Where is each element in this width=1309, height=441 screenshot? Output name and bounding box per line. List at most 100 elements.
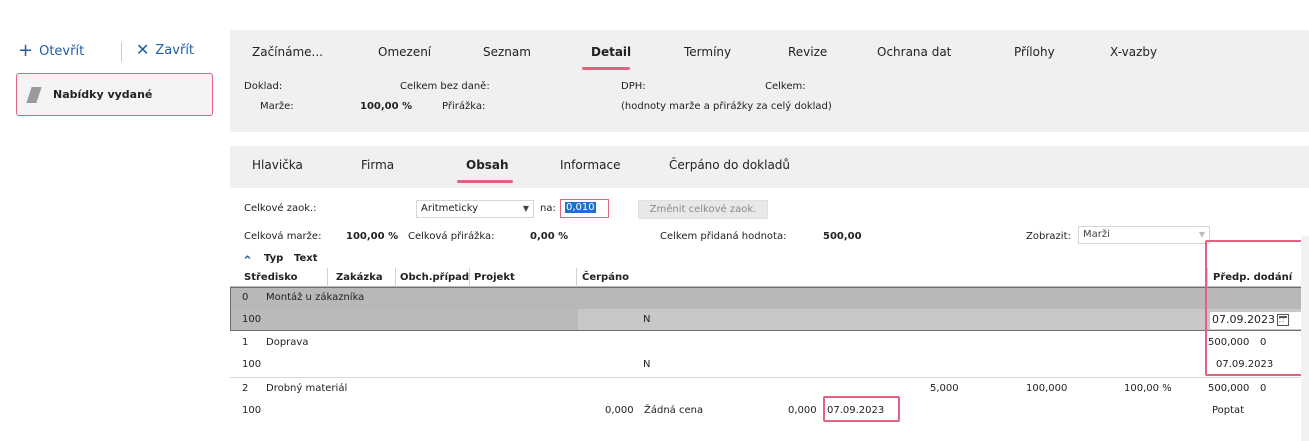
col-header-typ[interactable]: Typ xyxy=(264,253,283,264)
chevron-down-icon: ▼ xyxy=(1198,230,1205,239)
celkem-bez-dane-label: Celkem bez daně: xyxy=(400,81,490,92)
row-stredisko: 100 xyxy=(242,359,262,370)
col-header-zakazka[interactable]: Zakázka xyxy=(336,272,383,283)
pridana-hodnota-value: 500,00 xyxy=(823,231,862,242)
celkem-label: Celkem: xyxy=(765,81,806,92)
rounding-method-select[interactable]: Aritmeticky ▼ xyxy=(416,200,534,218)
highlight-date-cell xyxy=(823,396,900,422)
row-status: Poptat xyxy=(1212,405,1245,416)
left-nav-item-label: Nabídky vydané xyxy=(53,88,153,101)
table-row[interactable]: 100 0,000 Žádná cena 0,000 07.09.2023 Po… xyxy=(230,400,1309,422)
tab-x-vazby-label: X-vazby xyxy=(1110,45,1158,59)
subtab-obsah[interactable]: Obsah xyxy=(466,158,509,172)
rounding-method-value: Aritmeticky xyxy=(421,203,479,214)
open-button[interactable]: + Otevřít xyxy=(18,42,84,60)
marze-label: Marže: xyxy=(260,101,294,112)
table-row[interactable]: 1 Doprava 500,000 0 xyxy=(230,332,1309,354)
row-typ: 2 xyxy=(242,383,249,394)
rounding-precision-input[interactable]: 0,010 xyxy=(560,199,609,218)
subtab-hlavicka[interactable]: Hlavička xyxy=(252,158,303,172)
col-header-stredisko[interactable]: Středisko xyxy=(244,272,298,283)
tab-ochrana-dat[interactable]: Ochrana dat xyxy=(877,45,951,59)
left-nav-item-nabidky[interactable]: Nabídky vydané xyxy=(16,73,213,116)
tab-seznam-label: Seznam xyxy=(483,45,531,59)
document-summary: Doklad: Celkem bez daně: DPH: Celkem: Ma… xyxy=(230,74,1309,132)
pridana-hodnota-label: Celkem přidaná hodnota: xyxy=(660,231,787,242)
tab-x-vazby[interactable]: X-vazby xyxy=(1110,45,1157,59)
main-tab-bar: Začínáme... Omezení Seznam Detail Termín… xyxy=(230,30,1309,74)
zobrazit-value: Marži xyxy=(1083,229,1110,240)
dph-label: DPH: xyxy=(621,81,646,92)
col-header-cerpano[interactable]: Čerpáno xyxy=(582,272,629,283)
close-button[interactable]: ✕ Zavřít xyxy=(136,42,194,58)
summary-note: (hodnoty marže a přirážky za celý doklad… xyxy=(621,101,832,112)
row-price-left: 0,000 xyxy=(605,405,634,416)
celkova-marze-label: Celková marže: xyxy=(244,231,322,242)
row-percent: 100,00 % xyxy=(1124,383,1172,394)
open-button-label: Otevřít xyxy=(39,43,85,59)
col-header-text[interactable]: Text xyxy=(294,253,318,264)
row-stredisko: 100 xyxy=(242,405,262,416)
document-icon xyxy=(26,86,42,103)
subtab-firma[interactable]: Firma xyxy=(361,158,394,172)
tab-revize[interactable]: Revize xyxy=(788,45,827,59)
close-button-label: Zavřít xyxy=(155,42,195,58)
row-price-right: 0,000 xyxy=(788,405,817,416)
collapse-up-icon[interactable]: ⌃ xyxy=(242,254,253,269)
filters-panel: Celkové zaok.: Aritmeticky ▼ na: 0,010 Z… xyxy=(230,188,1309,250)
na-label: na: xyxy=(540,203,556,214)
zobrazit-label: Zobrazit: xyxy=(1026,231,1071,242)
column-separator xyxy=(469,268,470,287)
row-typ: 1 xyxy=(242,337,249,348)
items-grid: ⌃ Typ Text Středisko Zakázka Obch.případ… xyxy=(230,240,1309,441)
row-cerpano: N xyxy=(643,359,651,370)
close-icon: ✕ xyxy=(136,40,150,59)
change-rounding-button[interactable]: Změnit celkové zaok. xyxy=(638,200,768,219)
subtab-cerpano[interactable]: Čerpáno do dokladů xyxy=(669,158,790,172)
tab-ochrana-dat-label: Ochrana dat xyxy=(877,45,952,59)
tab-omezeni[interactable]: Omezení xyxy=(378,45,431,59)
subtab-obsah-active-indicator xyxy=(457,180,513,183)
celkove-zaok-label: Celkové zaok.: xyxy=(244,203,317,214)
tab-detail-active-indicator xyxy=(582,67,630,70)
column-separator xyxy=(327,268,328,287)
row-zero: 0 xyxy=(1260,383,1267,394)
rounding-precision-value: 0,010 xyxy=(565,202,596,213)
grid-scrollbar[interactable] xyxy=(1301,236,1309,441)
sub-tab-bar: Hlavička Firma Obsah Informace Čerpáno d… xyxy=(230,146,1309,188)
zobrazit-select[interactable]: Marži ▼ xyxy=(1078,226,1210,244)
tab-detail[interactable]: Detail xyxy=(591,45,631,59)
tab-omezeni-label: Omezení xyxy=(378,45,432,59)
tab-zaciname-label: Začínáme... xyxy=(252,45,323,59)
toolbar-separator xyxy=(121,42,122,62)
tab-terminy[interactable]: Termíny xyxy=(684,45,731,59)
tab-terminy-label: Termíny xyxy=(684,45,732,59)
col-header-obch-pripad[interactable]: Obch.případ xyxy=(400,272,469,283)
table-row[interactable]: 100 N 07.09.2023 xyxy=(230,354,1309,376)
plus-icon: + xyxy=(18,40,34,61)
column-separator xyxy=(576,268,577,287)
selected-row-border xyxy=(230,287,1309,331)
row-price-type: Žádná cena xyxy=(644,405,704,416)
tab-zaciname[interactable]: Začínáme... xyxy=(252,45,323,59)
highlight-predp-dodani-column xyxy=(1205,240,1304,376)
col-header-projekt[interactable]: Projekt xyxy=(474,272,515,283)
grid-header-row1: ⌃ Typ Text xyxy=(230,250,1309,269)
celkova-prirazka-value: 0,00 % xyxy=(530,231,569,242)
table-row[interactable]: 2 Drobný materiál 5,000 100,000 100,00 %… xyxy=(230,378,1309,400)
chevron-down-icon: ▼ xyxy=(522,204,529,213)
grid-header-row2: Středisko Zakázka Obch.případ Projekt Če… xyxy=(230,268,1309,287)
doklad-label: Doklad: xyxy=(244,81,283,92)
main-panel: Začínáme... Omezení Seznam Detail Termín… xyxy=(230,30,1309,441)
tab-revize-label: Revize xyxy=(788,45,828,59)
row-price: 100,000 xyxy=(1026,383,1068,394)
tab-detail-label: Detail xyxy=(591,45,632,59)
tab-seznam[interactable]: Seznam xyxy=(483,45,531,59)
subtab-informace[interactable]: Informace xyxy=(560,158,620,172)
row-text: Doprava xyxy=(266,337,309,348)
column-separator xyxy=(395,268,396,287)
tab-prilohy[interactable]: Přílohy xyxy=(1014,45,1055,59)
celkova-marze-value: 100,00 % xyxy=(346,231,399,242)
marze-value: 100,00 % xyxy=(360,101,413,112)
prirazka-label: Přirážka: xyxy=(442,101,486,112)
